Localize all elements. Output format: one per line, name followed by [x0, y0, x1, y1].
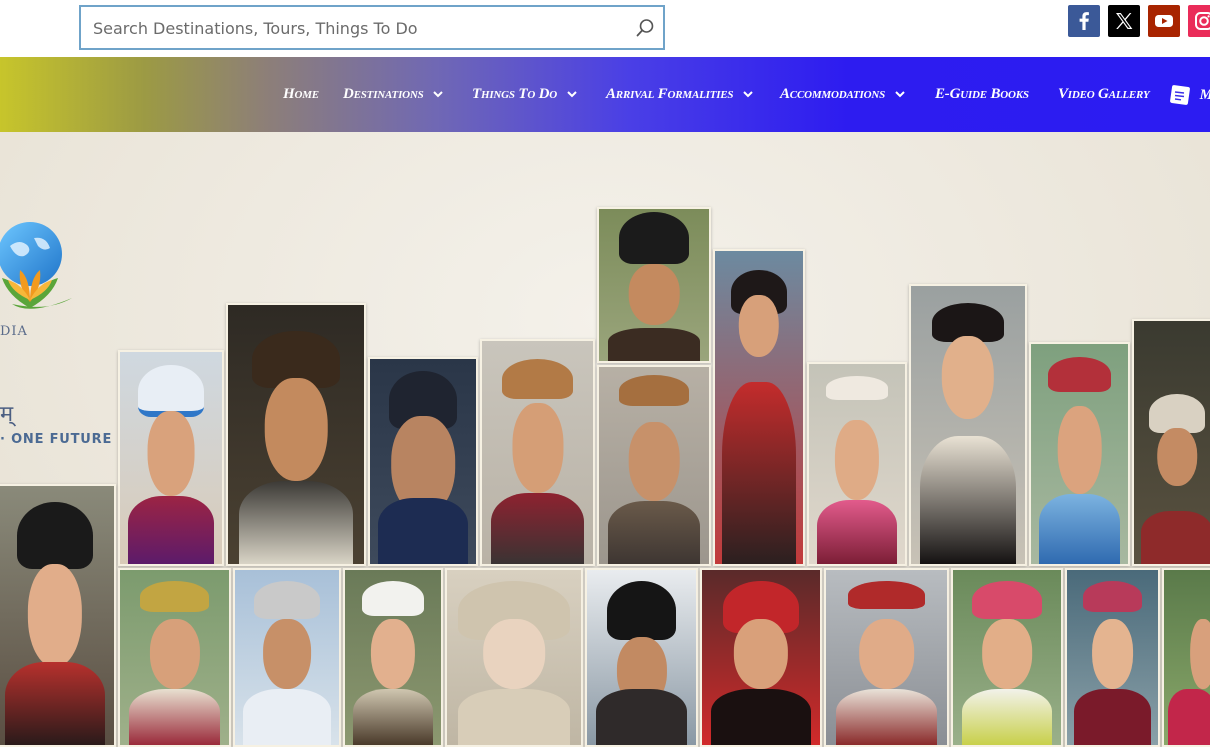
nav-item-label: Video Gallery: [1058, 86, 1150, 103]
nav-item-arrival-formalities[interactable]: Arrival Formalities: [606, 86, 753, 106]
portrait-photo: [824, 568, 949, 747]
portrait-photo: [807, 362, 907, 566]
nav-item-label: Home: [283, 86, 319, 103]
portrait-photo: [118, 568, 231, 747]
nav-item-e-guide-books[interactable]: E-Guide Books: [935, 86, 1029, 106]
hero-banner: DIA म् · ONE FUTURE: [0, 132, 1210, 747]
logo-caption: DIA: [0, 324, 28, 339]
portrait-photo: [597, 207, 711, 363]
chevron-down-icon: [743, 91, 753, 98]
portrait-photo: [480, 339, 595, 566]
search-input[interactable]: [91, 7, 635, 50]
main-navigation: Home Destinations Things To Do Arrival F…: [0, 57, 1210, 132]
portrait-photo: [1065, 568, 1160, 747]
search-box: [79, 5, 665, 50]
portrait-photo: [585, 568, 698, 747]
portrait-photo: [226, 303, 366, 566]
portrait-photo: [343, 568, 443, 747]
portrait-photo: [0, 484, 116, 747]
nav-item-accommodations[interactable]: Accommodations: [780, 86, 905, 106]
nav-item-label: M: [1200, 87, 1210, 103]
x-icon[interactable]: [1108, 5, 1140, 37]
portrait-photo: [713, 249, 805, 566]
nav-item-label: Arrival Formalities: [606, 86, 734, 103]
nav-item-video-gallery[interactable]: Video Gallery: [1058, 86, 1150, 106]
portrait-photo: [700, 568, 822, 747]
document-icon: [1170, 85, 1190, 105]
top-bar: [0, 0, 1210, 57]
motto-text: · ONE FUTURE: [0, 432, 113, 447]
nav-item-menu[interactable]: M: [1168, 83, 1210, 105]
nav-item-label: Things To Do: [472, 86, 557, 103]
nav-item-destinations[interactable]: Destinations: [343, 86, 443, 106]
portrait-photo: [909, 284, 1027, 566]
portrait-photo: [445, 568, 583, 747]
chevron-down-icon: [894, 91, 905, 98]
portrait-photo: [368, 357, 478, 566]
nav-item-label: E-Guide Books: [935, 86, 1029, 103]
chevron-down-icon: [433, 91, 443, 98]
portrait-photo: [597, 365, 711, 566]
portrait-photo: [951, 568, 1063, 747]
portrait-photo: [1029, 342, 1130, 566]
portrait-photo: [118, 350, 224, 566]
nav-item-things-to-do[interactable]: Things To Do: [472, 86, 577, 106]
lotus-globe-logo: [0, 222, 72, 309]
nav-item-label: Destinations: [343, 86, 424, 103]
hindi-tagline: म्: [0, 402, 14, 427]
facebook-icon[interactable]: [1068, 5, 1100, 37]
nav-item-home[interactable]: Home: [283, 86, 319, 106]
search-icon[interactable]: [635, 18, 655, 38]
portrait-photo: [233, 568, 341, 747]
nav-item-label: Accommodations: [780, 86, 886, 103]
instagram-icon[interactable]: [1188, 5, 1210, 37]
youtube-icon[interactable]: [1148, 5, 1180, 37]
portrait-photo: [1162, 568, 1210, 747]
chevron-down-icon: [566, 91, 577, 98]
portrait-photo: [1132, 319, 1210, 566]
